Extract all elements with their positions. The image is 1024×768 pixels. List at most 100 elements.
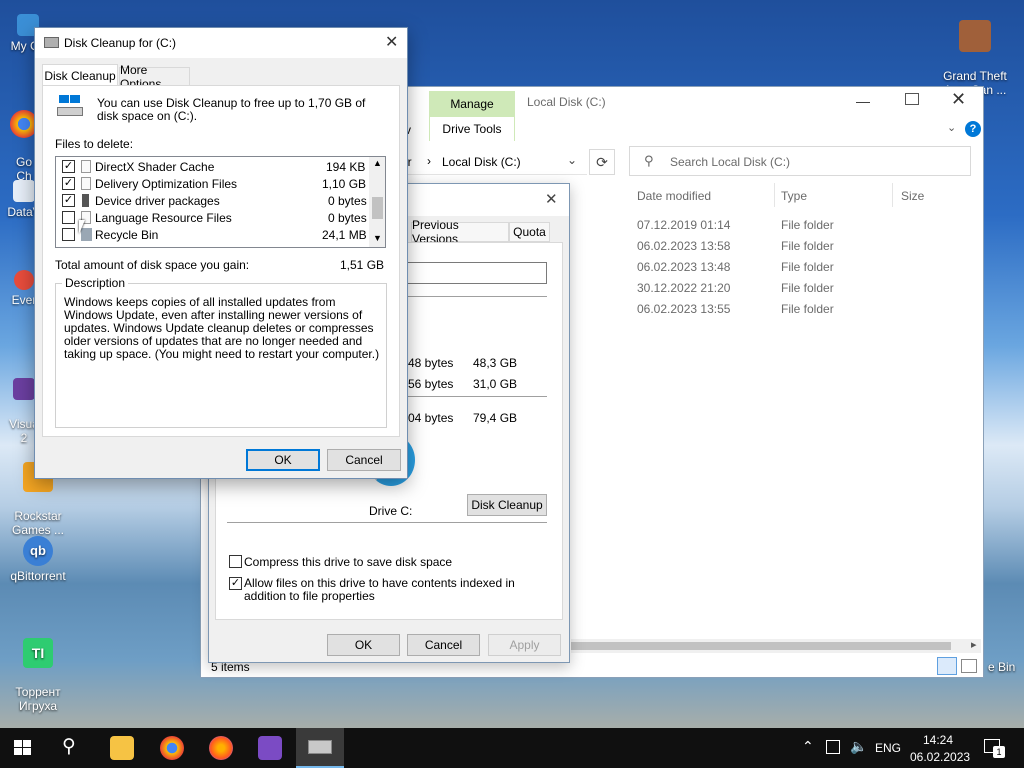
chrome-icon[interactable]	[160, 736, 184, 760]
drive-name-field[interactable]	[405, 262, 547, 284]
scroll-down-icon[interactable]: ▼	[373, 233, 382, 243]
ribbon-drive-tools-tab[interactable]: Drive Tools	[429, 117, 515, 141]
item-checkbox[interactable]	[62, 211, 75, 224]
large-icons-view-icon[interactable]	[961, 659, 977, 673]
refresh-icon[interactable]: ⟳	[589, 149, 615, 175]
scrollbar-thumb[interactable]	[571, 642, 951, 650]
button-label: Disk Cleanup	[471, 498, 543, 512]
details-view-icon[interactable]	[937, 657, 957, 675]
window-title: Local Disk (C:)	[527, 95, 606, 109]
item-checkbox[interactable]: ✓	[62, 194, 75, 207]
volume-icon[interactable]: 🔈	[850, 738, 867, 755]
table-row-date[interactable]: 06.02.2023 13:48	[637, 260, 730, 274]
vertical-scrollbar[interactable]: ▲ ▼	[369, 157, 385, 247]
table-row-type: File folder	[781, 281, 834, 295]
gta-icon	[959, 20, 991, 52]
table-row-date[interactable]: 06.02.2023 13:55	[637, 302, 730, 316]
tab-previous-versions[interactable]: Previous Versions	[411, 218, 509, 246]
apply-button[interactable]: Apply	[488, 634, 561, 656]
notification-count-badge: 1	[993, 746, 1005, 758]
item-checkbox[interactable]: ✓	[62, 177, 75, 190]
item-checkbox[interactable]	[62, 228, 75, 241]
drive-label: Drive C:	[369, 504, 413, 518]
tab-label: Disk Cleanup	[44, 68, 116, 83]
files-list[interactable]: ✓ DirectX Shader Cache 194 KB ✓ Delivery…	[55, 156, 386, 248]
desktop-icon-gta-san-andreas[interactable]: Grand Theft Auto San ...	[937, 6, 1013, 97]
close-button[interactable]: ✕	[385, 32, 398, 52]
chevron-right-icon: ›	[427, 154, 431, 168]
column-date-modified[interactable]: Date modified	[637, 189, 711, 203]
table-row-date[interactable]: 07.12.2019 01:14	[637, 218, 730, 232]
desktop-icon-label: Go Ch	[15, 155, 32, 183]
item-size: 0 bytes	[328, 194, 367, 208]
app-icon	[13, 180, 35, 202]
clock-date[interactable]: 06.02.2023	[910, 750, 970, 764]
ok-button[interactable]: OK	[327, 634, 400, 656]
search-icon[interactable]: ⚲	[62, 735, 76, 758]
address-text: Local Disk (C:)	[442, 155, 521, 169]
desktop-icon-qbittorrent[interactable]: qb qBittorrent	[0, 536, 76, 583]
clock-time[interactable]: 14:24	[923, 733, 953, 747]
table-row-type: File folder	[781, 302, 834, 316]
compress-label: Compress this drive to save disk space	[244, 555, 453, 569]
free-space-size: 31,0 GB	[473, 377, 518, 391]
column-size[interactable]: Size	[901, 189, 924, 203]
minimize-button[interactable]: —	[851, 93, 875, 109]
item-name: Delivery Optimization Files	[95, 177, 238, 191]
chevron-down-icon[interactable]: ⌄	[567, 153, 577, 167]
recycle-bin-label[interactable]: e Bin	[988, 660, 1015, 674]
chevron-down-icon[interactable]: ⌄	[947, 121, 956, 134]
file-explorer-icon[interactable]	[110, 736, 134, 760]
cancel-button[interactable]: Cancel	[327, 449, 401, 471]
table-row-type: File folder	[781, 239, 834, 253]
file-icon	[81, 160, 91, 173]
button-label: OK	[274, 453, 292, 467]
firefox-icon[interactable]	[209, 736, 233, 760]
item-checkbox[interactable]: ✓	[62, 160, 75, 173]
manage-label: Manage	[450, 97, 494, 111]
tab-disk-cleanup[interactable]: Disk Cleanup	[42, 64, 118, 86]
disk-cleanup-taskbar-item[interactable]	[296, 728, 344, 768]
disk-cleanup-button[interactable]: Disk Cleanup	[467, 494, 547, 516]
visual-studio-icon[interactable]	[258, 736, 282, 760]
table-row-date[interactable]: 06.02.2023 13:58	[637, 239, 730, 253]
drive-icon	[57, 95, 83, 117]
ribbon-manage-tab[interactable]: Manage	[429, 91, 515, 117]
files-to-delete-label: Files to delete:	[55, 137, 134, 151]
show-hidden-icons-icon[interactable]: ⌃	[802, 738, 814, 755]
scroll-right-icon[interactable]: ▸	[971, 638, 977, 651]
disk-cleanup-icon	[308, 740, 332, 754]
total-gain-label: Total amount of disk space you gain:	[55, 258, 250, 272]
desktop-icon-torrent-igruha[interactable]: TI Торрент Игруха	[0, 624, 76, 713]
index-checkbox[interactable]: ✓	[229, 577, 242, 590]
scroll-up-icon[interactable]: ▲	[373, 158, 382, 168]
help-icon[interactable]: ?	[965, 121, 981, 137]
ok-button[interactable]: OK	[246, 449, 320, 471]
maximize-button[interactable]	[905, 93, 919, 105]
free-space-bytes: 56 bytes	[408, 377, 454, 391]
description-label: Description	[62, 276, 129, 290]
visual-studio-icon	[13, 378, 35, 400]
cancel-button[interactable]: Cancel	[407, 634, 480, 656]
address-bar[interactable]: er › Local Disk (C:) ⌄	[401, 149, 587, 175]
column-type[interactable]: Type	[781, 189, 807, 203]
tab-quota[interactable]: Quota	[509, 222, 550, 242]
desktop-icon-label: qBittorrent	[10, 569, 66, 583]
torrent-igruha-icon: TI	[23, 638, 53, 668]
button-label: Cancel	[345, 453, 383, 467]
network-icon[interactable]	[826, 740, 840, 754]
disk-cleanup-dialog: Disk Cleanup for (C:) ✕ Disk Cleanup Mor…	[34, 27, 408, 479]
scrollbar-thumb[interactable]	[372, 197, 383, 219]
tab-more-options[interactable]: More Options	[119, 63, 190, 91]
item-name: Recycle Bin	[95, 228, 159, 242]
compress-checkbox[interactable]	[229, 555, 242, 568]
close-button[interactable]: ✕	[951, 89, 966, 110]
horizontal-scrollbar[interactable]: ▸	[571, 639, 981, 653]
search-box[interactable]: ⚲ Search Local Disk (C:)	[629, 146, 971, 176]
close-button[interactable]: ✕	[545, 190, 558, 208]
file-icon	[81, 177, 91, 190]
item-size: 1,10 GB	[322, 177, 367, 191]
language-indicator[interactable]: ENG	[875, 741, 901, 755]
start-button[interactable]	[14, 740, 32, 756]
table-row-date[interactable]: 30.12.2022 21:20	[637, 281, 730, 295]
